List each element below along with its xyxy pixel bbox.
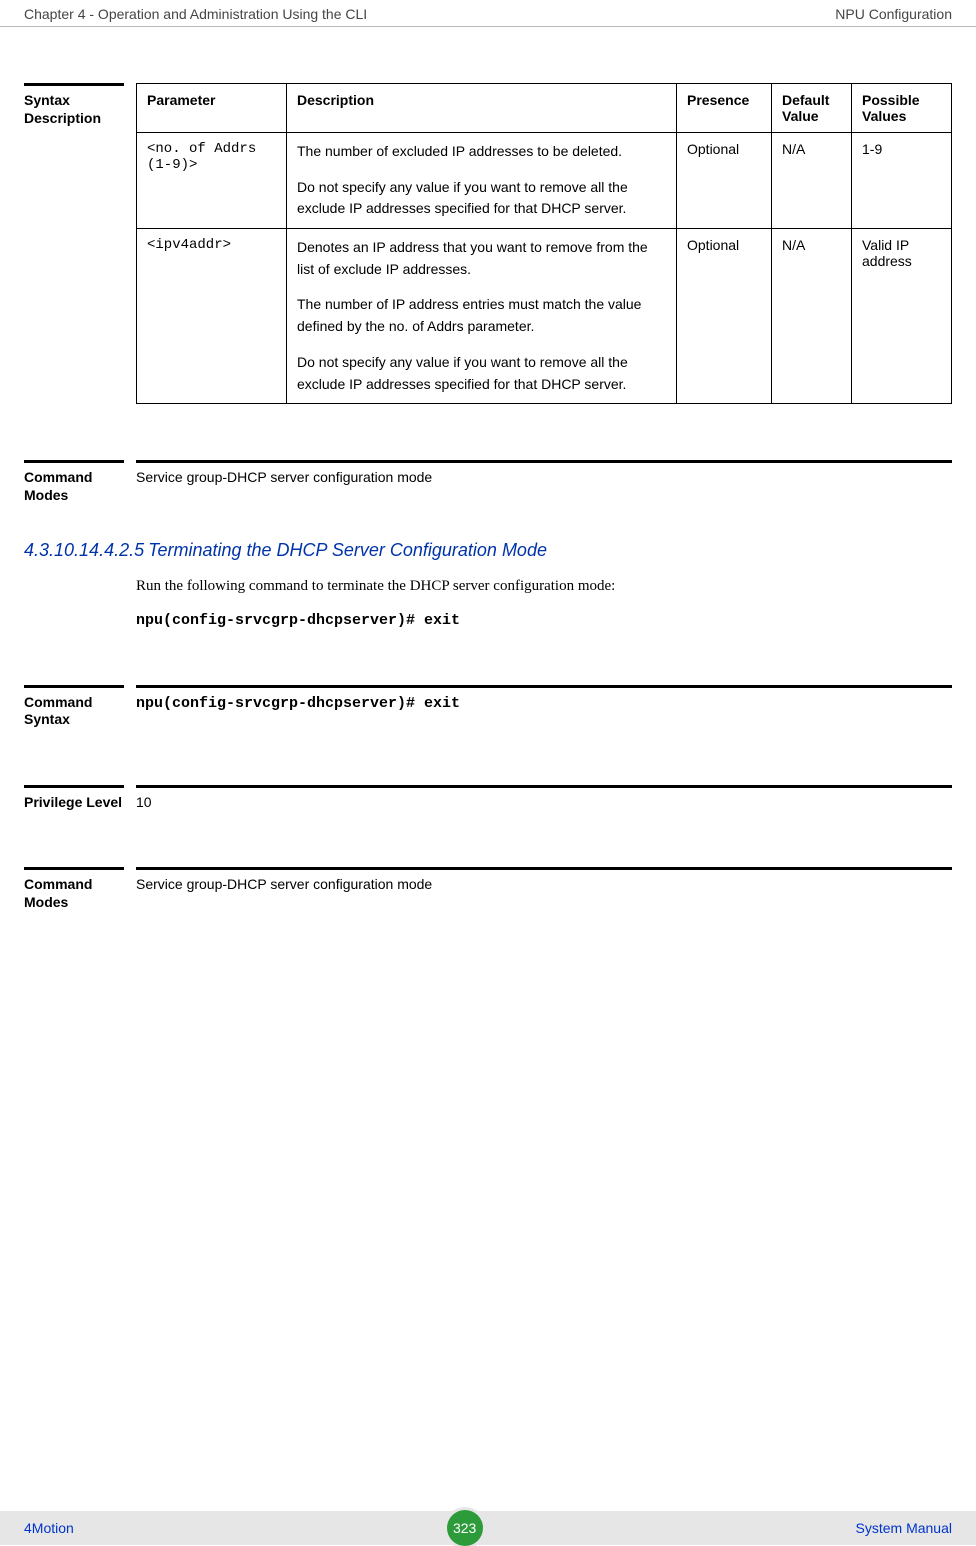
table-row: <ipv4addr> Denotes an IP address that yo… [137,229,952,404]
privilege-level-body: 10 [136,785,952,810]
cell-desc-para: Do not specify any value if you want to … [297,177,666,220]
command-syntax-body: npu(config-srvcgrp-dhcpserver)# exit [136,685,952,712]
footer-right: System Manual [856,1520,952,1536]
col-default: Default Value [772,84,852,133]
command-modes-label: Command Modes [24,460,124,504]
header-left: Chapter 4 - Operation and Administration… [24,6,367,22]
section-heading-text: Terminating the DHCP Server Configuratio… [148,540,547,561]
cell-description: Denotes an IP address that you want to r… [287,229,677,404]
cell-possible: 1-9 [852,133,952,229]
command-modes-body: Service group-DHCP server configuration … [136,460,952,485]
section-heading: 4.3.10.14.4.2.5 Terminating the DHCP Ser… [24,540,952,561]
command-modes-label: Command Modes [24,867,124,911]
body-paragraph: Run the following command to terminate t… [136,575,952,598]
command-syntax-text: npu(config-srvcgrp-dhcpserver)# exit [136,695,460,712]
cell-desc-para: The number of IP address entries must ma… [297,294,666,337]
cell-desc-para: The number of excluded IP addresses to b… [297,141,666,163]
parameter-table: Parameter Description Presence Default V… [136,83,952,404]
command-syntax-label: Command Syntax [24,685,124,729]
col-parameter: Parameter [137,84,287,133]
col-presence: Presence [677,84,772,133]
cell-default: N/A [772,133,852,229]
cell-desc-para: Denotes an IP address that you want to r… [297,237,666,280]
cell-default: N/A [772,229,852,404]
syntax-description-label: Syntax Description [24,83,124,127]
cell-presence: Optional [677,229,772,404]
cell-parameter: <ipv4addr> [137,229,287,404]
col-possible: Possible Values [852,84,952,133]
section-heading-number: 4.3.10.14.4.2.5 [24,540,144,561]
cell-parameter: <no. of Addrs (1-9)> [137,133,287,229]
page-footer: 4Motion 323 System Manual [0,1511,976,1545]
body-code: npu(config-srvcgrp-dhcpserver)# exit [136,612,952,629]
cell-description: The number of excluded IP addresses to b… [287,133,677,229]
table-row: <no. of Addrs (1-9)> The number of exclu… [137,133,952,229]
command-modes-body: Service group-DHCP server configuration … [136,867,952,892]
cell-desc-para: Do not specify any value if you want to … [297,352,666,395]
privilege-level-label: Privilege Level [24,785,124,812]
cell-possible: Valid IP address [852,229,952,404]
syntax-description-body: Parameter Description Presence Default V… [136,83,952,404]
syntax-description-block: Syntax Description Parameter Description… [24,83,952,404]
privilege-level-block: Privilege Level 10 [24,785,952,812]
page-number-badge: 323 [447,1510,483,1546]
command-modes-block: Command Modes Service group-DHCP server … [24,460,952,504]
header-right: NPU Configuration [835,6,952,22]
page-header: Chapter 4 - Operation and Administration… [0,0,976,27]
command-syntax-block: Command Syntax npu(config-srvcgrp-dhcpse… [24,685,952,729]
footer-left: 4Motion [24,1520,74,1536]
command-modes-block: Command Modes Service group-DHCP server … [24,867,952,911]
col-description: Description [287,84,677,133]
cell-presence: Optional [677,133,772,229]
parameter-table-header-row: Parameter Description Presence Default V… [137,84,952,133]
